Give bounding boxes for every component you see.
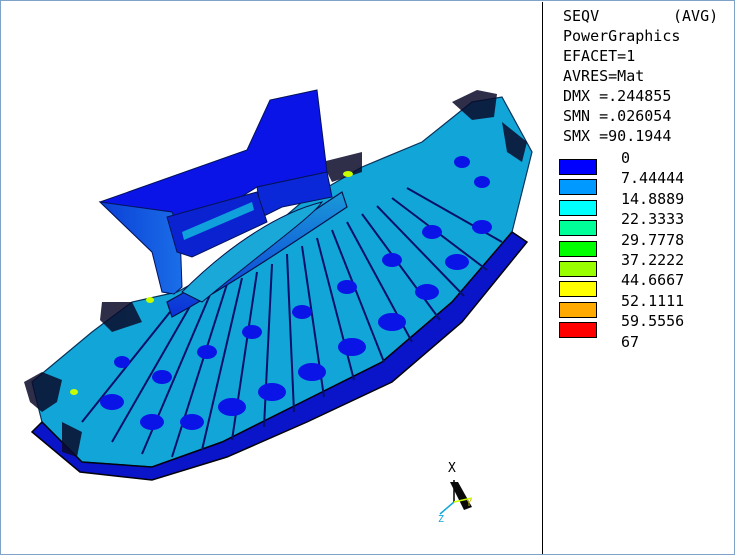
legend-color-swatch [559, 159, 597, 175]
model-viewport[interactable]: X Y Z [2, 2, 542, 553]
legend-dmx: DMX =.244855 [563, 87, 672, 105]
legend-color-swatch [559, 281, 597, 298]
contour-legend: SEQV (AVG) PowerGraphics EFACET=1 AVRES=… [543, 2, 735, 554]
legend-color-swatch [559, 301, 597, 318]
legend-level-value: 44.6667 [621, 271, 685, 290]
legend-level-value: 59.5556 [621, 312, 685, 331]
legend-color-swatch [559, 240, 597, 257]
legend-level-value: 37.2222 [621, 250, 685, 269]
legend-title: SEQV [563, 7, 600, 25]
legend-color-swatch [559, 179, 597, 196]
legend-smx: SMX =90.1944 [563, 127, 672, 145]
triad-x-label: X [448, 461, 456, 476]
triad-y-label: Y [466, 498, 472, 509]
legend-level-value: 7.44444 [621, 169, 685, 188]
legend-color-swatch [559, 220, 597, 237]
triad-z-label: Z [438, 514, 444, 525]
legend-level-value: 0 [621, 149, 631, 167]
legend-avres: AVRES=Mat [563, 67, 645, 85]
legend-smn: SMN =.026054 [563, 107, 672, 125]
legend-color-swatch [559, 199, 597, 216]
legend-color-swatch [559, 260, 597, 277]
coordinate-triad: X Y Z [438, 461, 473, 525]
legend-level-value: 14.8889 [621, 189, 685, 208]
legend-avg-label: (AVG) [673, 7, 719, 25]
legend-power-graphics: PowerGraphics [563, 27, 681, 45]
graphics-window: X Y Z SEQV (AVG) PowerGraphics EFACET=1 … [0, 0, 735, 555]
legend-level-value: 52.1111 [621, 291, 685, 310]
legend-level-value: 22.3333 [621, 210, 685, 229]
legend-color-swatch [559, 322, 597, 339]
legend-efacet: EFACET=1 [563, 47, 636, 65]
triad-z-axis [439, 501, 455, 515]
legend-level-value: 67 [621, 332, 640, 351]
legend-level-value: 29.7778 [621, 230, 685, 249]
fea-model-plot: X Y Z [24, 89, 533, 525]
